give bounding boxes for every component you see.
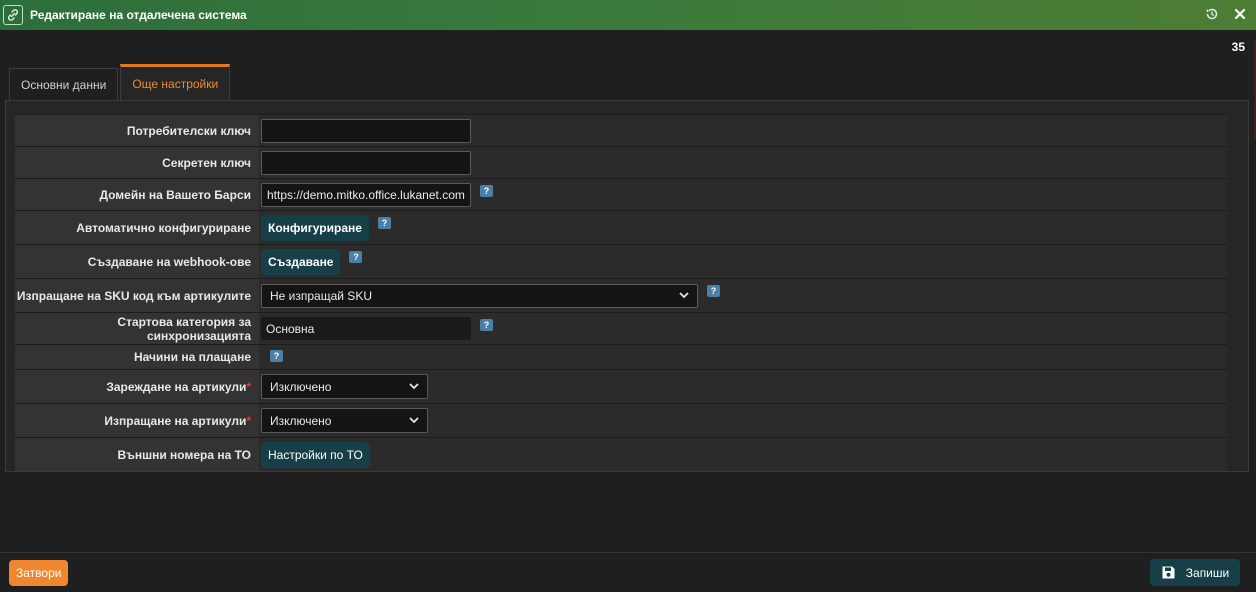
settings-form: Потребителски ключ Секретен ключ Домейн …: [15, 114, 1227, 471]
domain-input[interactable]: [261, 182, 471, 207]
window-titlebar: Редактиране на отдалечена система: [0, 0, 1256, 30]
row-load-items: Зареждане на артикули * Изключено: [15, 369, 1227, 403]
floppy-disk-icon: [1162, 566, 1175, 579]
send-sku-label: Изпращане на SKU код към артикулите: [15, 279, 259, 312]
tab-more-settings[interactable]: Още настройки: [120, 64, 231, 100]
row-start-category: Стартова категория за синхронизацията ?: [15, 312, 1227, 344]
send-items-label: Изпращане на артикули *: [15, 404, 259, 437]
help-icon[interactable]: ?: [270, 350, 283, 362]
window-title: Редактиране на отдалечена система: [30, 8, 247, 22]
load-items-label: Зареждане на артикули *: [15, 370, 259, 403]
user-key-label: Потребителски ключ: [15, 115, 259, 146]
help-icon[interactable]: ?: [480, 319, 493, 331]
start-category-label: Стартова категория за синхронизацията: [15, 313, 259, 344]
row-domain: Домейн на Вашето Барси ?: [15, 178, 1227, 210]
start-category-input[interactable]: [261, 317, 471, 340]
webhooks-label: Създаване на webhook-ове: [15, 245, 259, 278]
store-settings-button[interactable]: Настройки по ТО: [261, 441, 370, 468]
help-icon[interactable]: ?: [377, 217, 391, 229]
load-items-select[interactable]: Изключено: [261, 374, 428, 399]
row-webhooks: Създаване на webhook-ове Създаване ?: [15, 244, 1227, 278]
save-label: Запиши: [1185, 565, 1230, 580]
load-items-selected: Изключено: [270, 379, 332, 394]
create-webhooks-button[interactable]: Създаване: [261, 248, 341, 275]
external-numbers-label: Външни номера на ТО: [15, 438, 259, 471]
chevron-down-icon: [409, 417, 419, 424]
link-icon: [3, 5, 23, 25]
help-icon[interactable]: ?: [480, 185, 493, 197]
row-external-numbers: Външни номера на ТО Настройки по ТО: [15, 437, 1227, 471]
user-key-input[interactable]: [261, 118, 471, 143]
history-icon[interactable]: [1204, 6, 1220, 22]
row-auto-config: Автоматично конфигуриране Конфигуриране …: [15, 210, 1227, 244]
payment-methods-label: Начини на плащане: [15, 345, 259, 369]
tab-bar: Основни данни Още настройки: [9, 64, 232, 100]
required-mark: *: [246, 413, 251, 428]
secret-key-label: Секретен ключ: [15, 147, 259, 178]
send-items-select[interactable]: Изключено: [261, 408, 428, 433]
tab-main-data[interactable]: Основни данни: [9, 68, 119, 100]
footer-divider: [0, 552, 1256, 553]
auto-config-label: Автоматично конфигуриране: [15, 211, 259, 244]
row-user-key: Потребителски ключ: [15, 114, 1227, 146]
chevron-down-icon: [679, 292, 689, 299]
domain-label: Домейн на Вашето Барси: [15, 179, 259, 210]
help-icon[interactable]: ?: [707, 285, 720, 297]
close-icon[interactable]: [1232, 6, 1248, 22]
row-payment-methods: Начини на плащане ?: [15, 344, 1227, 369]
help-icon[interactable]: ?: [349, 251, 363, 263]
secret-key-input[interactable]: [261, 150, 471, 175]
configure-button[interactable]: Конфигуриране: [261, 214, 369, 241]
send-sku-select[interactable]: Не изпращай SKU: [261, 283, 698, 308]
settings-panel: Потребителски ключ Секретен ключ Домейн …: [5, 100, 1249, 472]
send-items-selected: Изключено: [270, 413, 332, 428]
send-sku-selected: Не изпращай SKU: [270, 288, 372, 303]
close-button[interactable]: Затвори: [9, 560, 69, 586]
required-mark: *: [246, 379, 251, 394]
save-button[interactable]: Запиши: [1150, 559, 1240, 586]
row-send-sku: Изпращане на SKU код към артикулите Не и…: [15, 278, 1227, 312]
row-send-items: Изпращане на артикули * Изключено: [15, 403, 1227, 437]
record-counter: 35: [1231, 40, 1245, 54]
row-secret-key: Секретен ключ: [15, 146, 1227, 178]
chevron-down-icon: [409, 383, 419, 390]
